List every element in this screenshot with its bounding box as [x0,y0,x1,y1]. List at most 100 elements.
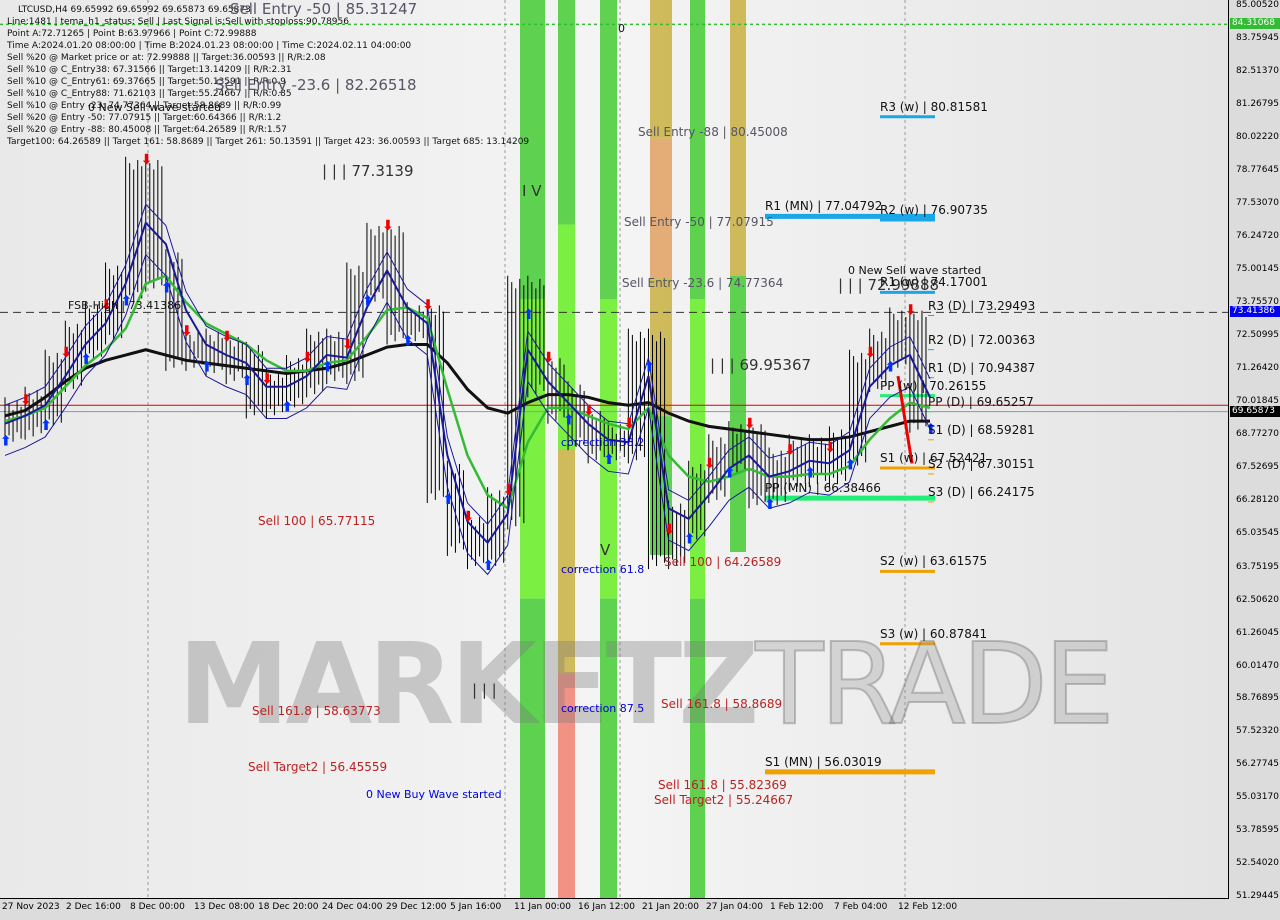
y-tick-label: 72.50995 [1236,330,1279,341]
y-tick-label: 65.03545 [1236,527,1279,538]
sell-arrow-icon: ⬇ [744,416,756,432]
chart-annotation: | | | 77.3139 [322,162,414,180]
pivot-level-label: S2 (w) | 63.61575 [880,554,988,569]
info-line: Sell %20 @ Entry -88: 80.45008 || Target… [7,125,287,135]
y-tick-label: 80.02220 [1236,131,1279,142]
chart-annotation: 0 [618,22,625,35]
x-tick-label: 1 Feb 12:00 [770,902,824,912]
buy-arrow-icon: ⬆ [80,352,92,368]
sell-arrow-icon: ⬇ [583,403,595,419]
x-tick-label: 5 Jan 16:00 [450,902,502,912]
chart-annotation: Sell Entry -23.6 | 82.26518 [215,76,417,94]
pivot-level-label: R1 (MN) | 77.04792 [765,199,883,214]
sell-arrow-icon: ⬇ [181,324,193,340]
y-tick-label: 53.78595 [1236,825,1279,836]
buy-arrow-icon: ⬆ [201,360,213,376]
sell-arrow-icon: ⬇ [20,392,32,408]
x-tick-label: 8 Dec 00:00 [130,902,185,912]
chart-annotation: Sell Entry -88 | 80.45008 [638,125,788,139]
pivot-level-label: R2 (D) | 72.00363 [928,332,1036,347]
buy-arrow-icon: ⬆ [483,558,495,574]
pivot-level-label: S1 (D) | 68.59281 [928,422,1035,437]
chart-annotation: V [600,541,611,559]
sell-arrow-icon: ⬇ [60,345,72,361]
chart-annotation: Sell Target2 | 56.45559 [248,760,388,774]
sell-arrow-icon: ⬇ [865,345,877,361]
x-tick-label: 18 Dec 20:00 [258,902,319,912]
chart-plot-area[interactable]: ⬆ ⬇ ⬆ ⬇ ⬆ ⬇ ⬆ ⬇ ⬆ ⬇ ⬆ ⬇ ⬆ ⬇ ⬆ ⬇ ⬆ ⬇ ⬆ ⬇ ⬆ ⬇ ⬆ ⬇ ⬆ ⬇ ⬆ ⬇ ⬆ ⬇ ⬆ ⬇ ⬆ ⬇ ⬆ ⬇ ⬆ ⬇ ⬆ ⬇… [0,0,1229,899]
pivot-level-label: S2 (D) | 67.30151 [928,456,1035,471]
chart-annotation: Sell 161.8 | 58.63773 [252,704,381,718]
x-tick-label: 12 Feb 12:00 [898,902,958,912]
y-tick-label: 85.00520 [1236,0,1279,10]
buy-arrow-icon: ⬆ [523,307,535,323]
sell-arrow-icon: ⬇ [221,329,233,345]
chart-annotation: | | | [472,681,497,699]
y-tick-label: 52.54020 [1236,858,1279,869]
x-tick-label: 27 Jan 04:00 [706,902,763,912]
y-tick-label: 60.01470 [1236,660,1279,671]
price-tag: 84.31068 [1230,18,1280,30]
signal-zone-bar [520,0,545,300]
x-tick-label: 21 Jan 20:00 [642,902,699,912]
y-tick-label: 75.00145 [1236,264,1279,275]
buy-arrow-icon: ⬆ [362,294,374,310]
sell-arrow-icon: ⬇ [824,440,836,456]
signal-zone-bar [558,0,575,225]
buy-arrow-icon: ⬆ [322,360,334,376]
signal-zone-bar [650,138,672,278]
x-tick-label: 16 Jan 12:00 [578,902,635,912]
info-line: Target100: 64.26589 || Target 161: 58.86… [7,137,530,147]
sell-arrow-icon: ⬇ [784,443,796,459]
pivot-level-label: PP (w) | 70.26155 [880,378,987,393]
buy-arrow-icon: ⬆ [724,465,736,481]
signal-zone-bar [650,0,672,139]
pivot-level-label: S3 (D) | 66.24175 [928,484,1035,499]
y-tick-label: 66.28120 [1236,494,1279,505]
pivot-level-label: S1 (MN) | 56.03019 [765,754,882,769]
sell-arrow-icon: ⬇ [422,297,434,313]
x-tick-label: 24 Dec 04:00 [322,902,383,912]
chart-annotation: Sell Entry -50 | 85.31247 [230,0,418,18]
sell-arrow-icon: ⬇ [503,482,515,498]
sell-arrow-icon: ⬇ [382,218,394,234]
y-tick-label: 81.26795 [1236,98,1279,109]
chart-annotation: Sell Entry -50 | 77.07915 [624,215,774,229]
buy-arrow-icon: ⬆ [241,373,253,389]
signal-zone-bar [690,0,705,300]
buy-arrow-icon: ⬆ [402,333,414,349]
y-tick-label: 62.50620 [1236,594,1279,605]
pivot-level-label: PP (D) | 69.65257 [928,394,1034,409]
chart-annotation: Sell 100 | 64.26589 [664,555,782,569]
y-tick-label: 76.24720 [1236,231,1279,242]
watermark-part1: MARKETZ [178,620,759,750]
x-tick-label: 2 Dec 16:00 [66,902,121,912]
y-tick-label: 71.26420 [1236,363,1279,374]
chart-annotation: correction 61.8 [561,563,645,576]
sell-arrow-icon: ⬇ [342,337,354,353]
y-tick-label: 56.27745 [1236,759,1279,770]
pivot-level-label: R2 (w) | 76.90735 [880,203,988,218]
buy-arrow-icon: ⬆ [643,360,655,376]
info-line: Time A:2024.01.20 08:00:00 | Time B:2024… [7,41,412,51]
pivot-level-label: R1 (w) | 74.17001 [880,275,988,290]
pivot-level-label: R3 (w) | 80.81581 [880,99,988,114]
y-tick-label: 70.01845 [1236,396,1279,407]
sell-arrow-icon: ⬇ [463,509,475,525]
chart-annotation: 0 New Sell wave started [88,101,222,114]
y-tick-label: 58.76895 [1236,693,1279,704]
y-tick-label: 55.03170 [1236,792,1279,803]
price-tag: 69.65873 [1230,405,1280,417]
info-line: Sell %20 @ Market price or at: 72.99888 … [7,53,326,63]
x-tick-label: 11 Jan 00:00 [514,902,571,912]
buy-arrow-icon: ⬆ [603,452,615,468]
sell-arrow-icon: ⬇ [704,456,716,472]
x-tick-label: 29 Dec 12:00 [386,902,447,912]
buy-arrow-icon: ⬆ [40,418,52,434]
signal-zone-bar [690,299,705,599]
buy-arrow-icon: ⬆ [885,360,897,376]
sell-arrow-icon: ⬇ [664,522,676,538]
y-tick-label: 61.26045 [1236,627,1279,638]
symbol-line: LTCUSD,H4 69.65992 69.65992 69.65873 69.… [18,5,251,15]
buy-arrow-icon: ⬆ [764,497,776,513]
